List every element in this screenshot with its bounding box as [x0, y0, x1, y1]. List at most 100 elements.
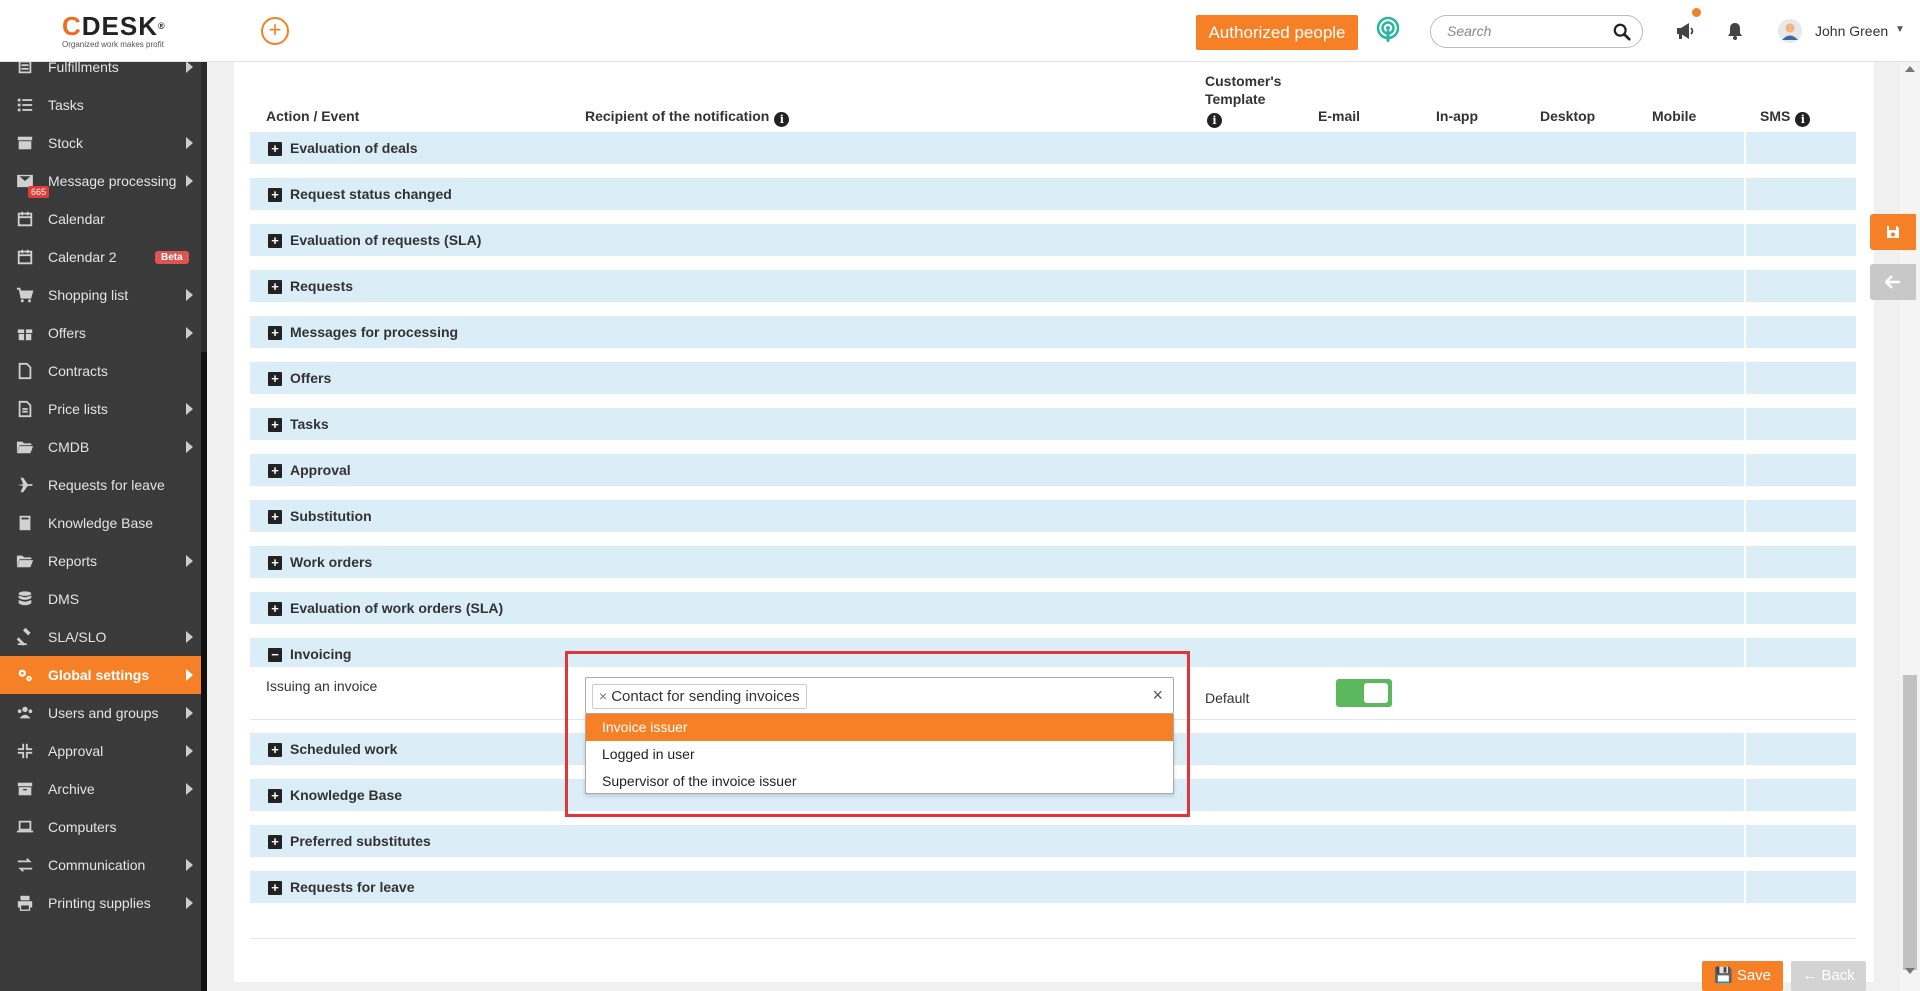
- floppy-disk-icon: 💾: [1713, 967, 1733, 984]
- plus-square-icon[interactable]: +: [268, 142, 282, 156]
- sidebar-item-calendar-2[interactable]: Calendar 2 Beta: [0, 238, 201, 276]
- laptop-icon: [15, 817, 35, 837]
- avatar[interactable]: [1778, 19, 1802, 43]
- back-button[interactable]: ← Back: [1791, 961, 1866, 991]
- sidebar-item-tasks[interactable]: Tasks: [0, 86, 201, 124]
- sidebar-item-knowledge-base[interactable]: Knowledge Base: [0, 504, 201, 542]
- plus-square-icon[interactable]: +: [268, 556, 282, 570]
- chevron-right-icon: [186, 137, 193, 149]
- info-icon[interactable]: i: [1795, 112, 1811, 127]
- plus-square-icon[interactable]: +: [268, 743, 282, 757]
- sidebar-item-fulfillments[interactable]: Fulfillments: [0, 62, 201, 86]
- column-customers-template: Customer's Template i: [1205, 73, 1282, 128]
- plus-square-icon[interactable]: +: [268, 234, 282, 248]
- section-substitution[interactable]: + Substitution: [250, 500, 1856, 533]
- event-label: Issuing an invoice: [266, 678, 378, 694]
- sidebar-item-message-processing[interactable]: 665 Message processing: [0, 162, 201, 200]
- gift-icon: [15, 323, 35, 343]
- sidebar-item-printing-supplies[interactable]: Printing supplies: [0, 884, 201, 922]
- sidebar-item-reports[interactable]: Reports: [0, 542, 201, 580]
- option-invoice-issuer[interactable]: Invoice issuer: [586, 714, 1173, 741]
- floating-save-button[interactable]: [1870, 214, 1916, 250]
- info-icon[interactable]: i: [1207, 113, 1222, 128]
- podcast-icon[interactable]: [1373, 16, 1403, 46]
- sidebar-item-requests-for-leave[interactable]: Requests for leave: [0, 466, 201, 504]
- sidebar-item-price-lists[interactable]: Price lists: [0, 390, 201, 428]
- plus-square-icon[interactable]: +: [268, 326, 282, 340]
- plus-square-icon[interactable]: +: [268, 372, 282, 386]
- sidebar-item-shopping-list[interactable]: Shopping list: [0, 276, 201, 314]
- sidebar-item-global-settings[interactable]: Global settings: [0, 656, 201, 694]
- clear-selection-icon[interactable]: ×: [1152, 685, 1163, 706]
- megaphone-icon[interactable]: [1674, 20, 1696, 42]
- section-request-status-changed[interactable]: + Request status changed: [250, 178, 1856, 211]
- plus-square-icon[interactable]: +: [268, 464, 282, 478]
- chevron-right-icon: [186, 631, 193, 643]
- sidebar-item-approval[interactable]: Approval: [0, 732, 201, 770]
- email-toggle[interactable]: [1336, 679, 1392, 707]
- column-mobile: Mobile: [1652, 108, 1697, 124]
- recipient-select[interactable]: × Contact for sending invoices ×: [585, 677, 1174, 714]
- authorized-people-button[interactable]: Authorized people: [1196, 15, 1358, 50]
- sidebar-nav: Fulfillments Tasks Stock 665 Message pro…: [0, 62, 201, 991]
- section-requests-for-leave[interactable]: + Requests for leave: [250, 871, 1856, 904]
- calendar-icon: [15, 247, 35, 267]
- remove-chip-icon[interactable]: ×: [599, 688, 607, 704]
- section-preferred-substitutes[interactable]: + Preferred substitutes: [250, 825, 1856, 858]
- table-bottom-divider: [250, 938, 1856, 939]
- template-value[interactable]: Default: [1205, 690, 1249, 706]
- sidebar-item-calendar[interactable]: Calendar: [0, 200, 201, 238]
- section-approval[interactable]: + Approval: [250, 454, 1856, 487]
- archive-icon: [15, 779, 35, 799]
- scroll-up-arrow-icon[interactable]: [1905, 66, 1915, 72]
- plus-square-icon[interactable]: +: [268, 418, 282, 432]
- user-menu-caret-icon[interactable]: ▼: [1895, 24, 1905, 35]
- chevron-right-icon: [186, 289, 193, 301]
- option-supervisor-of-invoice-issuer[interactable]: Supervisor of the invoice issuer: [586, 768, 1173, 795]
- plus-square-icon[interactable]: +: [268, 510, 282, 524]
- section-messages-for-processing[interactable]: + Messages for processing: [250, 316, 1856, 349]
- plus-square-icon[interactable]: +: [268, 835, 282, 849]
- option-logged-in-user[interactable]: Logged in user: [586, 741, 1173, 768]
- add-new-button[interactable]: +: [261, 17, 289, 45]
- sidebar-item-sla-slo[interactable]: SLA/SLO: [0, 618, 201, 656]
- section-work-orders[interactable]: + Work orders: [250, 546, 1856, 579]
- sidebar-item-contracts[interactable]: Contracts: [0, 352, 201, 390]
- plus-square-icon[interactable]: +: [268, 188, 282, 202]
- sidebar-item-cmdb[interactable]: CMDB: [0, 428, 201, 466]
- section-evaluation-of-work-orders-sla[interactable]: + Evaluation of work orders (SLA): [250, 592, 1856, 625]
- minus-square-icon[interactable]: −: [268, 648, 282, 662]
- sidebar-scroll-thumb[interactable]: [201, 352, 207, 991]
- scroll-down-arrow-icon[interactable]: [1905, 968, 1915, 974]
- sidebar-item-archive[interactable]: Archive: [0, 770, 201, 808]
- sidebar-item-users-and-groups[interactable]: Users and groups: [0, 694, 201, 732]
- plus-square-icon[interactable]: +: [268, 280, 282, 294]
- sidebar-item-dms[interactable]: DMS: [0, 580, 201, 618]
- section-offers[interactable]: + Offers: [250, 362, 1856, 395]
- plus-square-icon[interactable]: +: [268, 881, 282, 895]
- plus-square-icon[interactable]: +: [268, 602, 282, 616]
- user-name[interactable]: John Green: [1815, 23, 1888, 39]
- section-evaluation-of-deals[interactable]: + Evaluation of deals: [250, 132, 1856, 165]
- sidebar-item-stock[interactable]: Stock: [0, 124, 201, 162]
- sidebar-item-offers[interactable]: Offers: [0, 314, 201, 352]
- page-scroll-thumb[interactable]: [1903, 675, 1917, 970]
- section-evaluation-of-requests-sla[interactable]: + Evaluation of requests (SLA): [250, 224, 1856, 257]
- section-tasks[interactable]: + Tasks: [250, 408, 1856, 441]
- plus-square-icon[interactable]: +: [268, 789, 282, 803]
- section-requests[interactable]: + Requests: [250, 270, 1856, 303]
- search-icon[interactable]: [1613, 23, 1631, 41]
- chevron-right-icon: [186, 175, 193, 187]
- bell-icon[interactable]: [1725, 21, 1745, 41]
- floating-back-button[interactable]: [1870, 264, 1916, 300]
- chevron-right-icon: [186, 897, 193, 909]
- column-desktop: Desktop: [1540, 108, 1596, 124]
- sidebar-item-computers[interactable]: Computers: [0, 808, 201, 846]
- sidebar-item-communication[interactable]: Communication: [0, 846, 201, 884]
- save-button[interactable]: 💾 Save: [1702, 961, 1783, 991]
- info-icon[interactable]: i: [774, 112, 790, 127]
- search-input[interactable]: [1447, 23, 1607, 39]
- chevron-right-icon: [186, 441, 193, 453]
- cdesk-logo[interactable]: CDESK® Organized work makes profit: [62, 12, 182, 52]
- chevron-right-icon: [186, 745, 193, 757]
